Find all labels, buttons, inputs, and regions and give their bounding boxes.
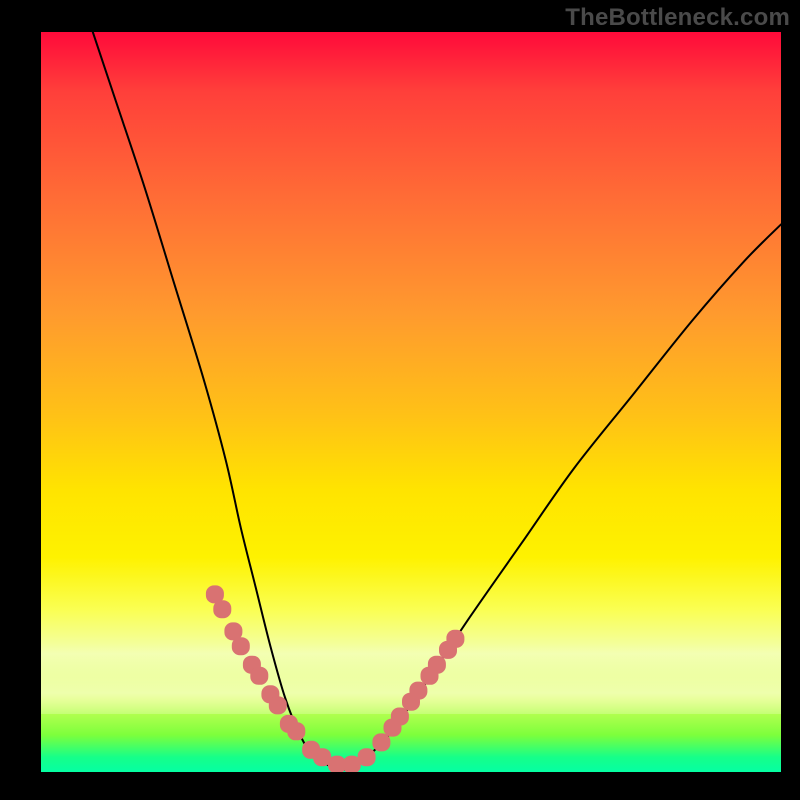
marker-dot bbox=[428, 656, 446, 674]
marker-dots bbox=[206, 585, 465, 772]
marker-dot bbox=[372, 733, 390, 751]
watermark-text: TheBottleneck.com bbox=[565, 4, 790, 32]
marker-dot bbox=[409, 682, 427, 700]
marker-dot bbox=[269, 696, 287, 714]
marker-dot bbox=[391, 708, 409, 726]
marker-dot bbox=[213, 600, 231, 618]
curve-svg bbox=[41, 32, 781, 772]
chart-frame: TheBottleneck.com bbox=[0, 0, 800, 800]
marker-dot bbox=[232, 637, 250, 655]
marker-dot bbox=[358, 748, 376, 766]
marker-dot bbox=[446, 630, 464, 648]
plot-area bbox=[41, 32, 781, 772]
marker-dot bbox=[250, 667, 268, 685]
marker-dot bbox=[287, 722, 305, 740]
